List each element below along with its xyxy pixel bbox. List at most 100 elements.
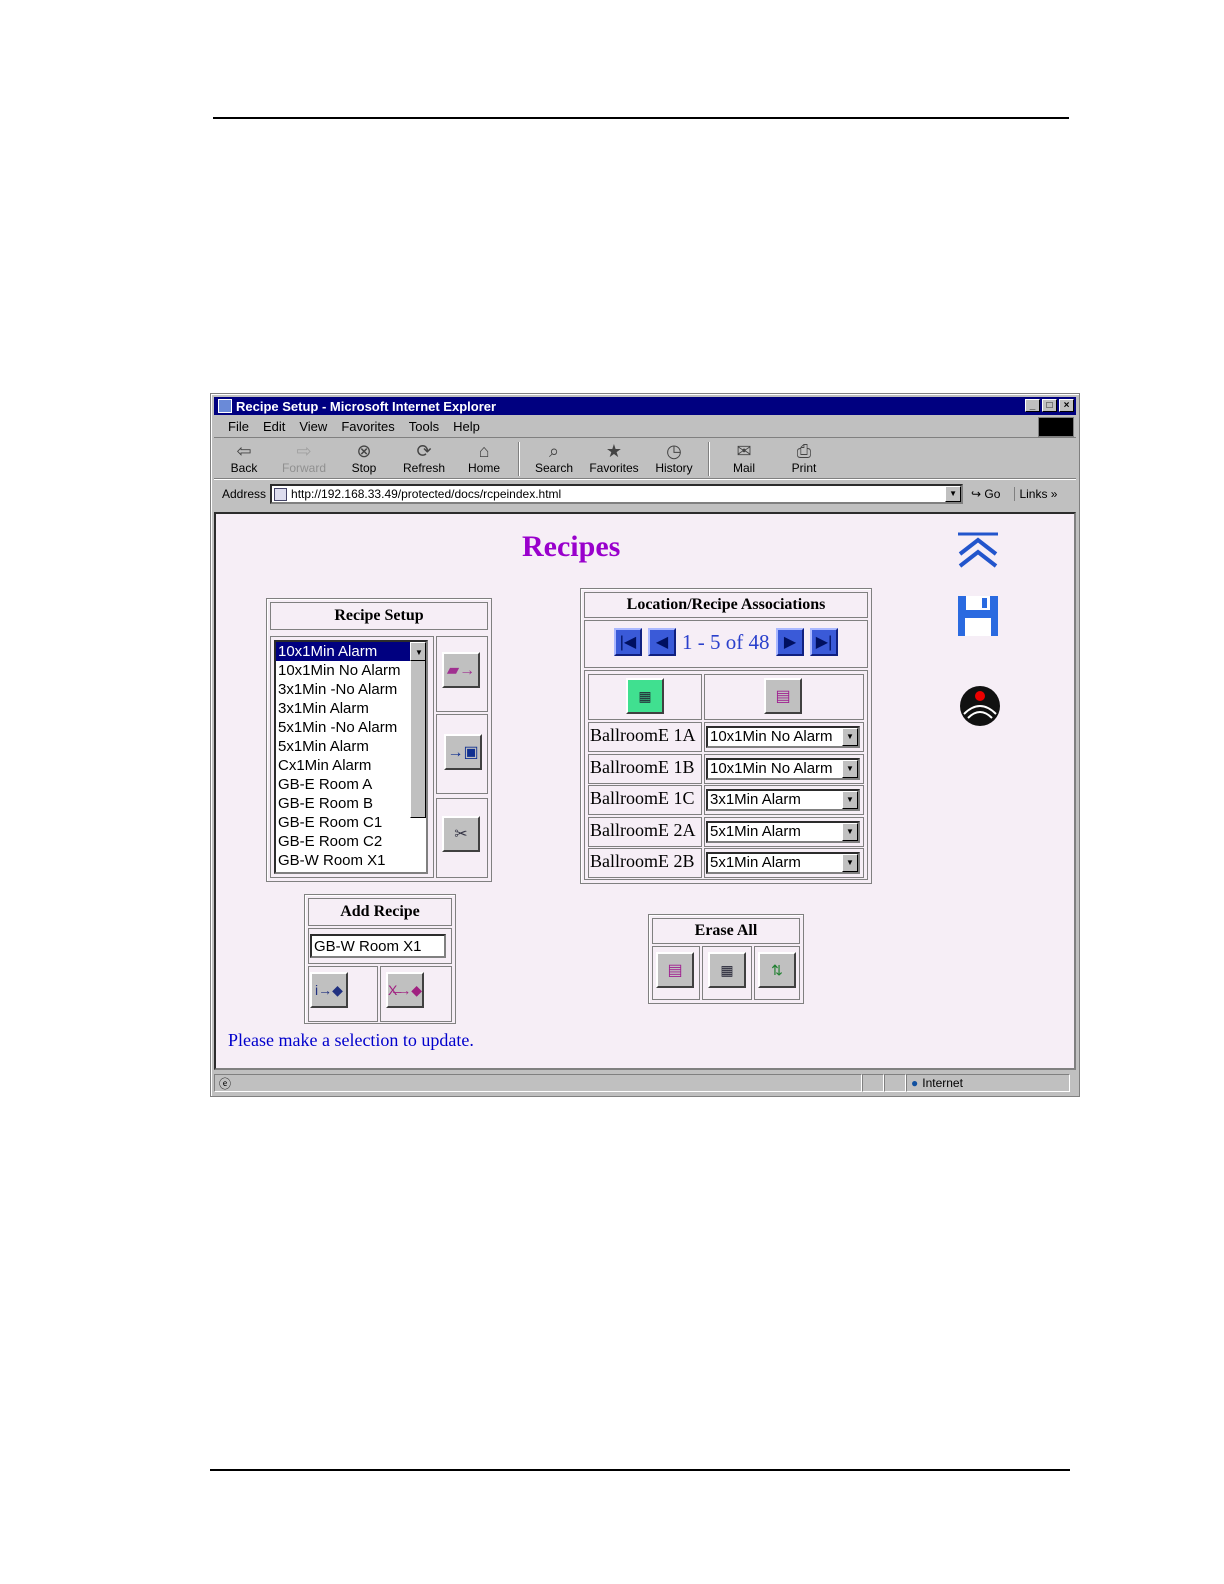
links-button[interactable]: Links » <box>1014 487 1057 501</box>
home-icon: ⌂ <box>478 441 490 461</box>
globe-icon: ● <box>911 1076 919 1090</box>
first-page-button[interactable]: |◀ <box>614 628 642 656</box>
book-arrow-icon: ▰→ <box>446 662 476 679</box>
home-button[interactable]: ⌂ Home <box>454 440 514 478</box>
add-recipe-header: Add Recipe <box>308 898 452 926</box>
scroll-down-icon[interactable]: ▼ <box>410 642 426 661</box>
top-rule <box>213 117 1069 119</box>
back-button[interactable]: ⇦ Back <box>214 440 274 478</box>
mail-button[interactable]: ✉ Mail <box>714 440 774 478</box>
recipe-select[interactable]: 5x1Min Alarm ▼ <box>706 820 860 843</box>
location-map-icon: ▦ <box>720 961 734 978</box>
forward-arrow-icon: ⇨ <box>296 441 312 461</box>
page-content: Recipes Recipe Setup 10x1Min Alarm 10x1Mi… <box>214 512 1076 1070</box>
recipe-list-item[interactable]: GB-E Room C2 <box>276 832 410 851</box>
dropdown-arrow-icon[interactable]: ▼ <box>842 728 858 746</box>
location-name: BallroomE 1B <box>590 756 695 777</box>
last-page-icon: ▶| <box>815 634 833 651</box>
go-to-top-icon[interactable] <box>956 530 1000 570</box>
back-arrow-icon: ⇦ <box>236 441 252 461</box>
previous-page-button[interactable]: ◀ <box>648 628 676 656</box>
dropdown-arrow-icon[interactable]: ▼ <box>842 854 858 872</box>
recipe-list-items: 10x1Min Alarm 10x1Min No Alarm 3x1Min -No … <box>276 642 426 870</box>
recipe-list-item[interactable]: 3x1Min Alarm <box>276 699 410 718</box>
location-map-icon: ▦ <box>638 687 652 704</box>
recipe-listbox[interactable]: 10x1Min Alarm 10x1Min No Alarm 3x1Min -No … <box>274 640 428 874</box>
recipe-select[interactable]: 10x1Min No Alarm ▼ <box>706 757 860 780</box>
menu-view[interactable]: View <box>299 419 327 434</box>
recipe-select[interactable]: 5x1Min Alarm ▼ <box>706 852 860 874</box>
favorites-button[interactable]: ★ Favorites <box>584 440 644 478</box>
address-input[interactable]: http://192.168.33.49/protected/docs/rcpe… <box>270 484 964 504</box>
refresh-button[interactable]: ⟳ Refresh <box>394 440 454 478</box>
recipe-list-item[interactable]: GB-E Room B <box>276 794 410 813</box>
last-page-button[interactable]: ▶| <box>810 628 838 656</box>
save-recipe-button[interactable]: →▣ <box>444 734 482 770</box>
recipe-list-item[interactable]: Cx1Min Alarm <box>276 756 410 775</box>
recipe-select-value: 5x1Min Alarm <box>710 854 801 871</box>
add-recipe-input[interactable] <box>310 934 446 958</box>
recipe-list-item[interactable]: GB-W Room X1 <box>276 851 410 870</box>
clear-recipe-button[interactable]: X̶→◆ <box>386 972 424 1008</box>
go-button[interactable]: ↪ Go <box>971 487 1000 501</box>
dropdown-arrow-icon[interactable]: ▼ <box>842 791 858 809</box>
maximize-button[interactable]: □ <box>1042 399 1057 412</box>
recipe-select[interactable]: 3x1Min Alarm ▼ <box>706 789 860 811</box>
menu-bar: File Edit View Favorites Tools Help <box>214 416 1076 438</box>
forward-button[interactable]: ⇨ Forward <box>274 440 334 478</box>
erase-associations-button[interactable]: ⇅ <box>758 952 796 988</box>
recipe-list-item[interactable]: 5x1Min Alarm <box>276 737 410 756</box>
history-icon: ◷ <box>666 441 682 461</box>
search-icon: ⌕ <box>548 441 560 461</box>
menu-file[interactable]: File <box>228 419 249 434</box>
toolbar: ⇦ Back ⇨ Forward ⊗ Stop ⟳ Refresh ⌂ Home ⌕ Sea… <box>214 439 1076 479</box>
company-logo-icon[interactable] <box>958 684 1002 728</box>
edit-recipe-button[interactable]: ▰→ <box>442 652 480 688</box>
save-disk-icon[interactable] <box>956 594 1000 638</box>
close-button[interactable]: × <box>1059 399 1074 412</box>
search-button[interactable]: ⌕ Search <box>524 440 584 478</box>
next-page-button[interactable]: ▶ <box>776 628 804 656</box>
print-icon: ⎙ <box>796 441 812 461</box>
dropdown-arrow-icon[interactable]: ▼ <box>842 822 858 841</box>
windows-logo-icon <box>1038 417 1074 437</box>
add-recipe-button[interactable]: i→◆ <box>310 972 348 1008</box>
window-title: Recipe Setup - Microsoft Internet Explor… <box>236 398 497 414</box>
recipe-select[interactable]: 10x1Min No Alarm ▼ <box>706 726 860 748</box>
location-name: BallroomE 1C <box>590 788 695 808</box>
recipe-list-item[interactable]: GB-E Room A <box>276 775 410 794</box>
next-page-icon: ▶ <box>783 634 797 651</box>
status-bar: ⓔ ● Internet <box>214 1073 1076 1093</box>
address-bar: Address http://192.168.33.49/protected/d… <box>214 482 1076 506</box>
recipes-books-button[interactable]: ▤ <box>764 678 802 714</box>
status-message: Please make a selection to update. <box>228 1030 474 1050</box>
status-main: ⓔ <box>214 1074 862 1092</box>
recipe-list-item[interactable]: 3x1Min -No Alarm <box>276 680 410 699</box>
menu-edit[interactable]: Edit <box>263 419 285 434</box>
print-button[interactable]: ⎙ Print <box>774 440 834 478</box>
location-name: BallroomE 2B <box>590 851 695 871</box>
erase-text-icon: X̶→◆ <box>387 981 423 998</box>
erase-locations-button[interactable]: ▦ <box>708 952 746 988</box>
recipe-select-value: 10x1Min No Alarm <box>710 759 833 777</box>
history-button[interactable]: ◷ History <box>644 440 704 478</box>
address-dropdown-icon[interactable]: ▼ <box>945 486 962 502</box>
menu-favorites[interactable]: Favorites <box>341 419 394 434</box>
recipe-list-item[interactable]: GB-E Room C1 <box>276 813 410 832</box>
dropdown-arrow-icon[interactable]: ▼ <box>842 759 858 778</box>
erase-recipes-button[interactable]: ▤ <box>656 952 694 988</box>
delete-recipe-button[interactable]: ✂ <box>442 816 480 852</box>
status-zone: ● Internet <box>906 1074 1070 1092</box>
recipe-list-item[interactable]: 5x1Min -No Alarm <box>276 718 410 737</box>
locations-button[interactable]: ▦ <box>626 678 664 714</box>
minimize-button[interactable]: _ <box>1025 399 1040 412</box>
menu-help[interactable]: Help <box>453 419 480 434</box>
add-book-icon: i→◆ <box>315 981 343 998</box>
recipe-list-item[interactable]: 10x1Min No Alarm <box>276 661 410 680</box>
scroll-thumb[interactable] <box>410 658 426 818</box>
menu-tools[interactable]: Tools <box>409 419 439 434</box>
scissors-icon: ✂ <box>454 826 468 843</box>
recipe-list-scrollbar[interactable]: ▲ ▼ <box>410 642 426 818</box>
recipe-list-item[interactable]: 10x1Min Alarm <box>276 642 410 661</box>
stop-button[interactable]: ⊗ Stop <box>334 440 394 478</box>
